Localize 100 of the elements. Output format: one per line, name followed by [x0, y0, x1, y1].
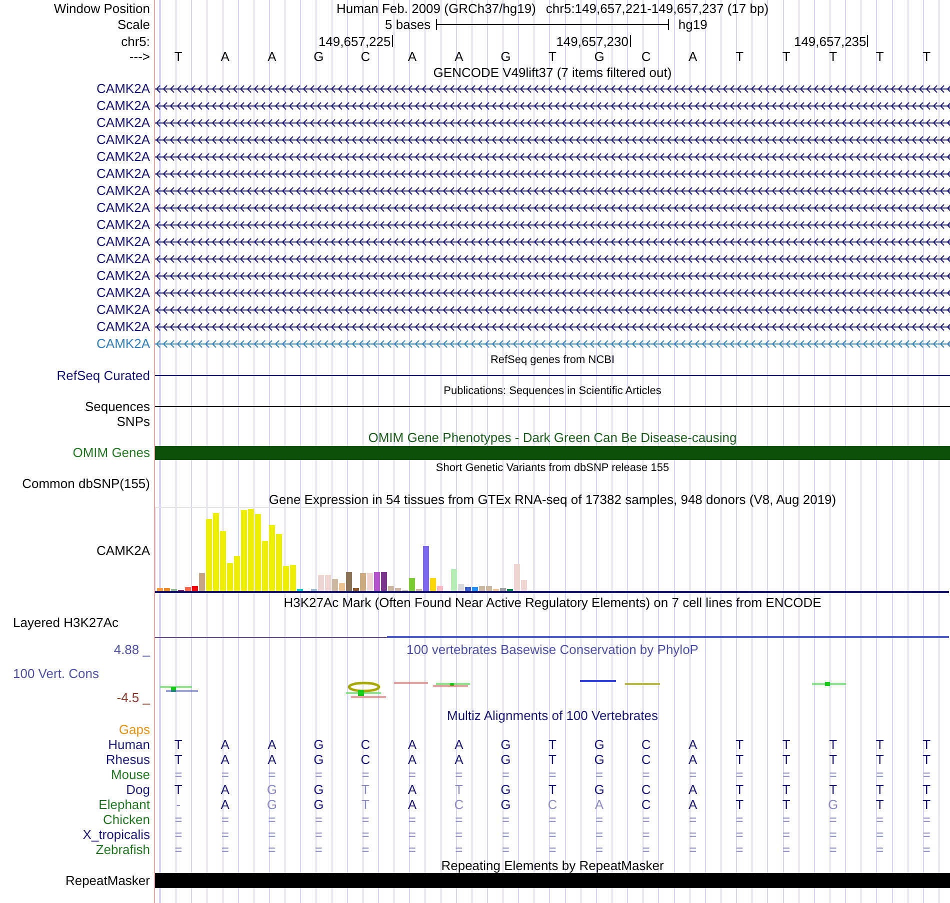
base-letter: T	[922, 737, 932, 752]
track-title: H3K27Ac Mark (Often Found Near Active Regulatory Elements) on 7 cell lines from ENCODE	[284, 595, 822, 610]
species-label[interactable]: Human	[108, 737, 150, 752]
scale-label[interactable]: Scale	[117, 17, 150, 32]
gene-label[interactable]: CAMK2A	[96, 132, 150, 147]
base-letter: T	[781, 752, 792, 767]
gene-label[interactable]: CAMK2A	[96, 268, 150, 283]
base-letter: =	[782, 767, 792, 782]
gene-label[interactable]: CAMK2A	[96, 234, 150, 249]
base-letter: =	[407, 827, 417, 842]
base-letter: =	[782, 812, 792, 827]
species-label[interactable]: Rhesus	[106, 752, 150, 767]
species-label[interactable]: X_tropicalis	[82, 827, 150, 842]
base-letter: T	[360, 782, 370, 797]
base-letter: T	[548, 782, 558, 797]
gene-label[interactable]: CAMK2A	[96, 285, 150, 300]
tick-mark	[867, 35, 868, 47]
base-letter: G	[500, 797, 512, 812]
base-letter: C	[546, 797, 558, 812]
base-letter: A	[406, 49, 418, 64]
base-letter: A	[220, 49, 230, 64]
track-label[interactable]: 100 Vert. Cons	[0, 666, 150, 681]
base-letter: G	[312, 49, 325, 64]
gene-label[interactable]: CAMK2A	[96, 98, 150, 113]
base-letter: =	[641, 827, 651, 842]
base-letter: G	[593, 782, 606, 797]
species-label[interactable]: Zebrafish	[96, 842, 150, 857]
gene-label[interactable]: CAMK2A	[96, 336, 150, 351]
position-label[interactable]: Window Position	[54, 0, 150, 16]
base-letter: G	[500, 782, 512, 797]
base-letter: C	[640, 797, 652, 812]
track-title: Short Genetic Variants from dbSNP release 155	[436, 462, 670, 474]
position-range: chr5:149,657,221-149,657,237 (17 bp)	[546, 0, 769, 16]
gene-label[interactable]: CAMK2A	[96, 217, 150, 232]
tick-mark	[392, 35, 393, 47]
base-letter: =	[500, 767, 511, 782]
base-letter: T	[781, 49, 792, 64]
gene-label[interactable]: CAMK2A	[96, 319, 150, 334]
base-letter: C	[453, 797, 465, 812]
gene-label[interactable]: CAMK2A	[96, 183, 150, 198]
strand-label[interactable]: --->	[129, 49, 150, 64]
track-label[interactable]: RefSeq Curated	[56, 368, 150, 382]
base-letter: C	[360, 737, 372, 752]
base-letter: C	[360, 752, 372, 767]
base-letter: =	[922, 767, 932, 782]
base-letter: =	[267, 842, 277, 857]
base-letter: =	[782, 827, 792, 842]
base-letter: T	[874, 782, 885, 797]
base-letter: =	[220, 842, 230, 857]
base-letter: =	[922, 812, 932, 827]
species-label[interactable]: Dog	[126, 782, 150, 797]
base-letter: A	[687, 49, 698, 64]
base-letter: A	[406, 782, 418, 797]
gene-label[interactable]: CAMK2A	[96, 251, 150, 266]
track-label[interactable]: OMIM Genes	[72, 445, 150, 460]
base-letter: T	[454, 782, 464, 797]
base-letter: =	[407, 767, 417, 782]
gene-label[interactable]: CAMK2A	[96, 200, 150, 215]
base-letter: =	[314, 812, 324, 827]
base-letter: C	[360, 49, 372, 64]
base-letter: =	[454, 767, 464, 782]
track-label[interactable]: RepeatMasker	[65, 873, 150, 888]
chromosome-label[interactable]: chr5:	[121, 34, 150, 48]
track-label[interactable]: Common dbSNP(155)	[22, 476, 150, 491]
base-letter: T	[781, 797, 792, 812]
base-letter: C	[640, 782, 652, 797]
base-letter: G	[593, 49, 606, 64]
base-letter: =	[922, 827, 932, 842]
gene-label[interactable]: CAMK2A	[96, 115, 150, 130]
base-letter: T	[874, 752, 885, 767]
base-letter: =	[594, 827, 604, 842]
base-letter: =	[454, 842, 464, 857]
base-letter: =	[688, 812, 698, 827]
gene-label[interactable]: CAMK2A	[96, 302, 150, 317]
base-letter: A	[406, 737, 418, 752]
gene-label[interactable]: CAMK2A	[96, 149, 150, 164]
base-letter: T	[734, 737, 745, 752]
species-label[interactable]: Elephant	[98, 797, 150, 812]
track-label[interactable]: CAMK2A	[96, 542, 150, 558]
species-label[interactable]: Mouse	[110, 767, 150, 782]
base-letter: =	[548, 767, 558, 782]
base-letter: =	[828, 767, 838, 782]
track-label[interactable]: SNPs	[116, 414, 150, 429]
base-letter: A	[594, 797, 605, 812]
track-label[interactable]: Layered H3K27Ac	[13, 615, 119, 630]
base-letter: T	[734, 797, 745, 812]
scale-length: 5 bases	[384, 17, 432, 32]
gene-label[interactable]: CAMK2A	[96, 81, 150, 96]
base-letter: T	[173, 49, 184, 64]
base-letter: =	[360, 827, 370, 842]
base-letter: G	[827, 797, 840, 812]
axis-min-label: -4.5 _	[116, 690, 150, 705]
species-label[interactable]: Chicken	[103, 812, 150, 827]
base-letter: G	[266, 782, 278, 797]
gene-label[interactable]: CAMK2A	[96, 166, 150, 181]
base-letter: =	[267, 812, 277, 827]
track-title: Multiz Alignments of 100 Vertebrates	[446, 708, 658, 723]
track-label[interactable]: Sequences	[84, 398, 150, 414]
base-letter: A	[687, 782, 698, 797]
base-letter: T	[828, 49, 838, 64]
